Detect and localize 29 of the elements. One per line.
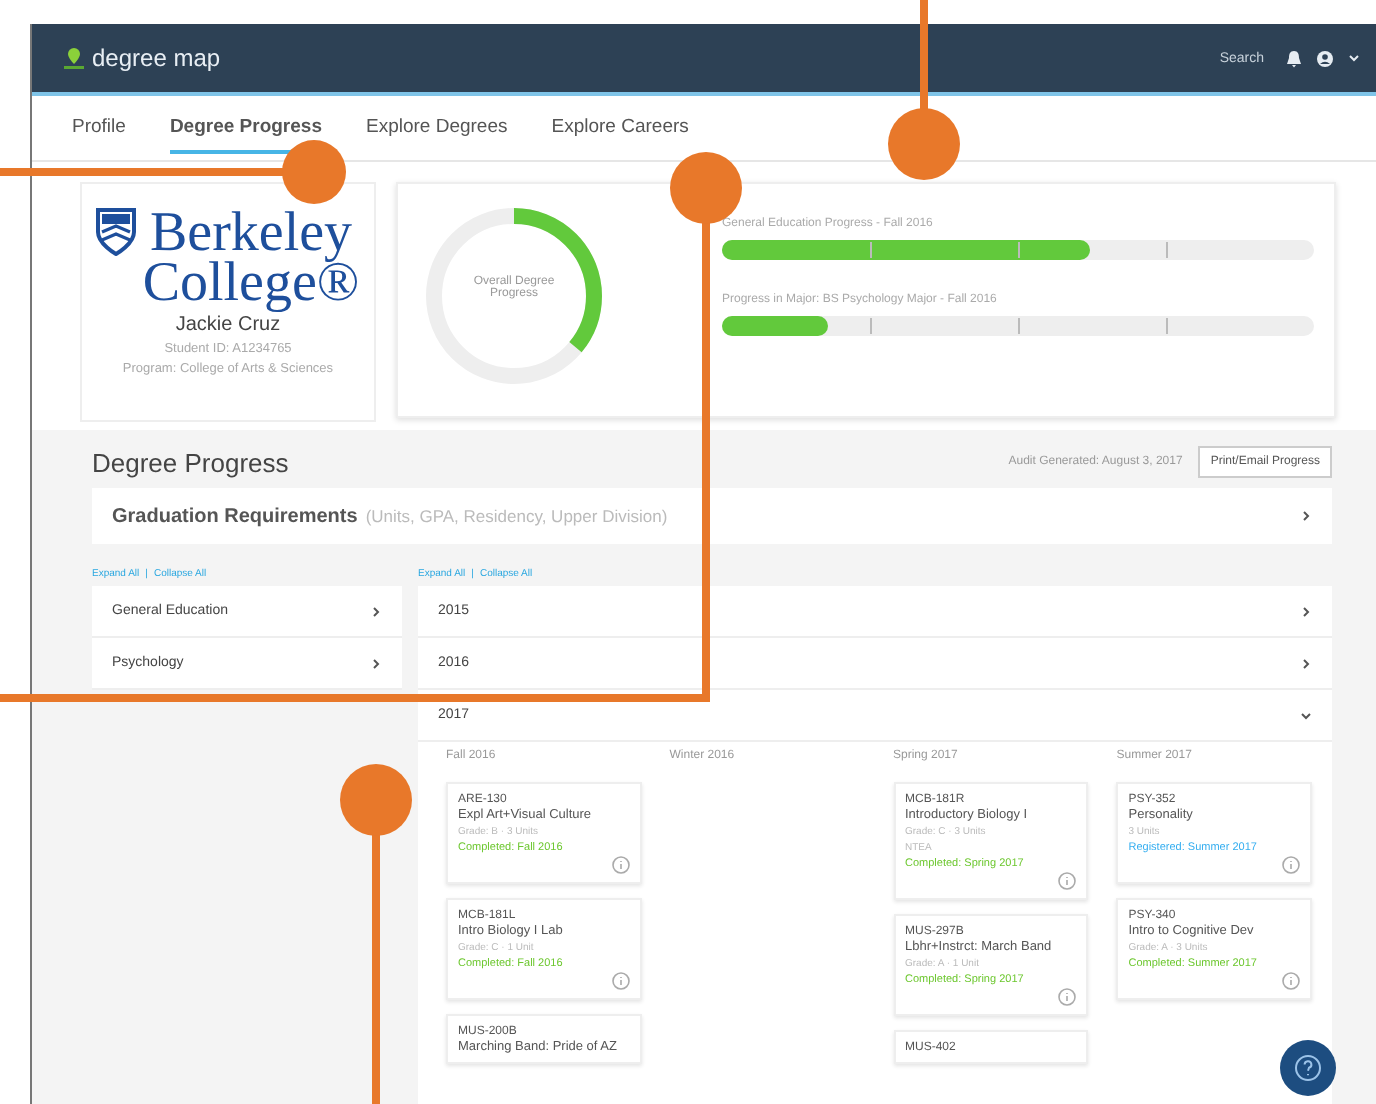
nav-tab[interactable]: Explore Degrees — [365, 103, 508, 153]
caret-down-icon[interactable] — [1348, 52, 1360, 64]
chevron-right-icon — [370, 605, 382, 617]
info-icon[interactable] — [1058, 988, 1077, 1006]
chevron-down-icon — [1300, 709, 1312, 721]
chevron-right-icon — [1300, 657, 1312, 669]
question-icon — [1294, 1054, 1322, 1082]
college-logo-text: Berkeley — [149, 208, 353, 258]
nav-tab[interactable]: Explore Careers — [551, 103, 689, 153]
user-account-icon[interactable] — [1316, 49, 1334, 67]
bell-icon[interactable] — [1286, 49, 1302, 67]
graduation-requirements-row[interactable]: Graduation Requirements (Units, GPA, Residency, Upper Division) — [92, 488, 1332, 544]
info-icon[interactable] — [1282, 856, 1300, 874]
section-title: Degree Progress — [92, 447, 289, 477]
info-icon[interactable] — [1282, 972, 1300, 990]
shield-crest-icon — [96, 208, 137, 256]
info-icon[interactable] — [1058, 872, 1077, 890]
info-icon[interactable] — [611, 972, 630, 990]
student-name: Jackie Cruz — [175, 314, 281, 336]
nav-tab[interactable]: Profile — [72, 103, 126, 153]
row-note: (Units, GPA, Residency, Upper Division) — [365, 506, 668, 526]
chevron-right-icon — [1300, 605, 1312, 617]
chevron-right-icon — [370, 657, 382, 669]
info-icon[interactable] — [611, 856, 630, 874]
row-title: Graduation Requirements — [112, 505, 358, 527]
brand-name: degree map — [92, 44, 221, 72]
chevron-right-icon — [1300, 510, 1312, 522]
map-pin-icon — [64, 46, 84, 70]
college-logo-text: College® — [142, 258, 360, 308]
